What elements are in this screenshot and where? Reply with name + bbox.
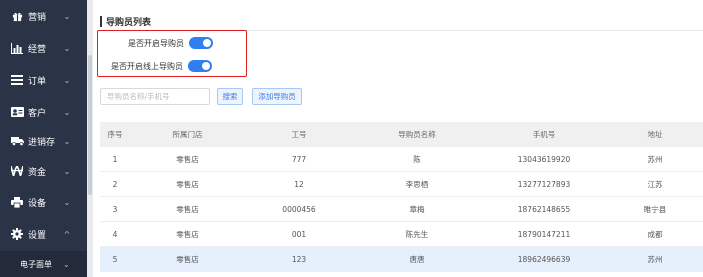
table-cell: 零售店 (176, 254, 199, 264)
search-input[interactable] (100, 88, 210, 105)
sidebar-item-label: 订单 (28, 76, 47, 87)
table-cell: 18762148655 (517, 204, 571, 214)
search-button[interactable]: 搜索 (217, 88, 243, 105)
chevron-down-icon: ⌄ (63, 197, 71, 207)
chevron-up-icon: ^ (63, 229, 71, 239)
sidebar-item-label: 设置 (28, 230, 47, 241)
printer-icon (10, 196, 24, 208)
table-cell: 苏州 (647, 254, 663, 264)
column-header: 序号 (107, 130, 123, 139)
sidebar-subitem-e-waybill[interactable]: 电子面单 ⌄ (0, 251, 87, 277)
table-header: 序号 所属门店 工号 导购员名称 手机号 地址 (100, 122, 703, 147)
sidebar-item-marketing[interactable]: 营销 ⌄ (0, 0, 87, 32)
chevron-down-icon: ⌄ (63, 43, 71, 53)
sidebar-item-customers[interactable]: 客户 ⌄ (0, 96, 87, 128)
sidebar-item-devices[interactable]: 设备 ⌄ (0, 186, 87, 218)
table-cell: 李思栖 (405, 179, 429, 189)
gift-icon (10, 11, 24, 22)
table-cell: 12 (294, 179, 304, 189)
table-cell: 唐唐 (409, 254, 425, 264)
table-row[interactable]: 4 零售店 001 陈先生 18790147211 成都 (100, 222, 703, 247)
chevron-down-icon: ⌄ (63, 259, 70, 269)
table-cell: 零售店 (176, 204, 199, 214)
table-cell: 2 (112, 179, 118, 189)
table-cell: 零售店 (176, 154, 199, 164)
table-cell: 777 (291, 154, 307, 164)
table-cell: 13043619920 (517, 154, 571, 164)
sidebar-item-orders[interactable]: 订单 ⌄ (0, 64, 87, 96)
table-cell: 章梅 (409, 204, 425, 214)
column-header: 手机号 (532, 130, 556, 139)
sidebar-item-funds[interactable]: 资金 ⌄ (0, 155, 87, 187)
table-cell: 睢宁县 (643, 204, 667, 214)
sidebar-item-label: 设备 (28, 198, 47, 209)
chart-icon (10, 42, 24, 54)
table-row[interactable]: 1 零售店 777 陈 13043619920 苏州 (100, 147, 703, 172)
sidebar-item-inventory[interactable]: 进销存 ⌄ (0, 125, 87, 157)
sidebar-item-label: 客户 (28, 108, 47, 119)
sidebar-item-label: 资金 (28, 167, 47, 178)
chevron-down-icon: ⌄ (63, 107, 71, 117)
column-header: 地址 (647, 130, 663, 139)
table-cell: 5 (112, 254, 118, 264)
table-cell: 江苏 (647, 179, 663, 189)
table-cell: 零售店 (176, 229, 199, 239)
table-cell: 1 (112, 154, 118, 164)
toggle-row-enable-guide: 是否开启导购员 (128, 37, 213, 49)
list-icon (10, 75, 24, 85)
toggle-label: 是否开启线上导购员 (111, 61, 183, 71)
table-cell: 3 (112, 204, 118, 214)
enable-guide-toggle[interactable] (189, 37, 213, 49)
table-cell: 陈 (413, 154, 421, 164)
chevron-down-icon: ⌄ (63, 136, 71, 146)
add-guide-button[interactable]: 添加导购员 (252, 88, 302, 105)
table-cell: 13277127893 (517, 179, 571, 189)
guide-table: 序号 所属门店 工号 导购员名称 手机号 地址 1 零售店 777 陈 1304… (100, 122, 703, 272)
table-cell: 18962496639 (517, 254, 571, 264)
table-cell: 0000456 (282, 204, 316, 214)
toggle-row-enable-online-guide: 是否开启线上导购员 (111, 60, 212, 72)
sidebar-item-operations[interactable]: 经营 ⌄ (0, 32, 87, 64)
chevron-down-icon: ⌄ (63, 11, 71, 21)
page-title: 导购员列表 (106, 18, 152, 28)
sidebar-subitem-label: 电子面单 (20, 259, 52, 269)
sidebar-item-label: 进销存 (28, 137, 56, 148)
table-row[interactable]: 2 零售店 12 李思栖 13277127893 江苏 (100, 172, 703, 197)
table-cell: 4 (112, 229, 118, 239)
table-row-highlighted[interactable]: 5 零售店 123 唐唐 18962496639 苏州 (100, 247, 703, 272)
scrollbar-thumb[interactable] (88, 55, 92, 195)
column-header: 导购员名称 (398, 130, 436, 139)
section-marker (100, 16, 102, 27)
table-cell: 陈先生 (405, 229, 429, 239)
table-cell: 18790147211 (517, 229, 571, 239)
table-cell: 苏州 (647, 154, 663, 164)
column-header: 工号 (291, 130, 307, 139)
table-cell: 001 (291, 229, 307, 239)
won-icon (10, 166, 24, 176)
gear-icon (10, 228, 24, 240)
table-cell: 零售店 (176, 179, 199, 189)
table-cell: 123 (291, 254, 307, 264)
sidebar-item-label: 经营 (28, 44, 47, 55)
enable-online-guide-toggle[interactable] (188, 60, 212, 72)
user-card-icon (10, 107, 24, 117)
truck-icon (10, 136, 24, 146)
toggle-label: 是否开启导购员 (128, 38, 184, 48)
table-row[interactable]: 3 零售店 0000456 章梅 18762148655 睢宁县 (100, 197, 703, 222)
column-header: 所属门店 (172, 130, 203, 139)
sidebar-item-settings[interactable]: 设置 ^ (0, 218, 87, 250)
chevron-down-icon: ⌄ (63, 75, 71, 85)
chevron-down-icon: ⌄ (63, 166, 71, 176)
sidebar-item-label: 营销 (28, 12, 47, 23)
table-cell: 成都 (647, 229, 663, 239)
